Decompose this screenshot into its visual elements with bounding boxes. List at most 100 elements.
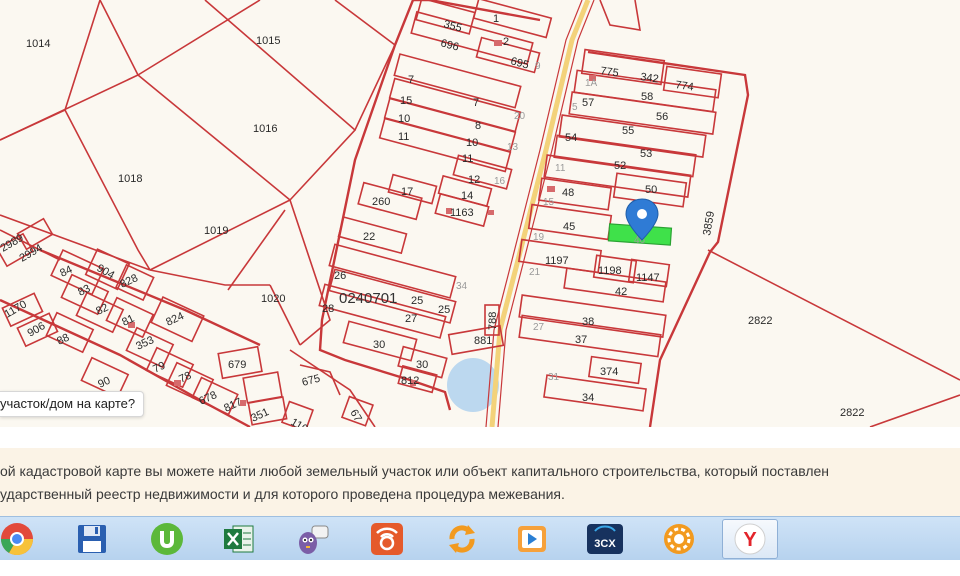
- chat-bubble-icon: [299, 525, 329, 554]
- svg-text:26: 26: [334, 270, 346, 282]
- svg-text:342: 342: [640, 71, 660, 85]
- svg-text:679: 679: [228, 359, 246, 371]
- bottom-strip: [0, 560, 960, 576]
- svg-text:2822: 2822: [840, 407, 864, 419]
- left-plot-boundaries: [0, 0, 397, 346]
- find-plot-prompt[interactable]: участок/дом на карте?: [0, 391, 145, 417]
- taskbar: 3CX Y: [0, 516, 960, 561]
- svg-text:2822: 2822: [748, 315, 772, 327]
- taskbar-app-chrome[interactable]: [0, 520, 44, 558]
- svg-text:67: 67: [347, 408, 364, 425]
- info-line-2: ударственный реестр недвижимости и для к…: [0, 486, 565, 502]
- svg-text:1015: 1015: [256, 35, 280, 47]
- svg-text:38: 38: [582, 316, 594, 328]
- taskbar-app-sync[interactable]: [435, 520, 489, 558]
- svg-text:42: 42: [615, 286, 627, 298]
- svg-text:30: 30: [416, 359, 428, 371]
- svg-text:881: 881: [474, 335, 492, 347]
- svg-text:53: 53: [640, 148, 652, 160]
- taskbar-app-network[interactable]: [360, 520, 414, 558]
- taskbar-app-chat[interactable]: [285, 520, 339, 558]
- map-canvas[interactable]: 1014 1015 1016 1018 1019 1020 2822 2822 …: [0, 0, 960, 427]
- svg-text:25: 25: [411, 295, 423, 307]
- svg-text:83: 83: [76, 283, 92, 299]
- svg-text:12: 12: [468, 174, 480, 186]
- svg-text:7: 7: [473, 97, 479, 109]
- taskbar-app-3cx[interactable]: 3CX: [578, 520, 632, 558]
- svg-text:20: 20: [514, 111, 526, 122]
- svg-text:788: 788: [487, 312, 499, 330]
- settings-gear-icon: [664, 524, 694, 554]
- svg-text:1019: 1019: [204, 225, 228, 237]
- svg-text:15: 15: [400, 95, 412, 107]
- taskbar-app-utorrent[interactable]: [140, 520, 194, 558]
- map-labels: 1014 1015 1016 1018 1019 1020 2822 2822 …: [0, 13, 864, 427]
- cadastral-map[interactable]: 1014 1015 1016 1018 1019 1020 2822 2822 …: [0, 0, 960, 427]
- svg-text:8: 8: [475, 120, 481, 132]
- svg-text:1014: 1014: [26, 38, 50, 50]
- media-player-icon: [518, 526, 546, 552]
- svg-text:11: 11: [462, 153, 473, 165]
- svg-text:21: 21: [529, 267, 541, 278]
- svg-text:3CX: 3CX: [594, 538, 616, 550]
- info-line-1: ой кадастровой карте вы можете найти люб…: [0, 463, 830, 479]
- svg-text:30: 30: [373, 339, 385, 351]
- info-panel: ой кадастровой карте вы можете найти люб…: [0, 448, 960, 516]
- svg-text:19: 19: [533, 232, 545, 243]
- svg-text:1020: 1020: [261, 293, 285, 305]
- svg-text:1016: 1016: [253, 123, 277, 135]
- taskbar-app-media[interactable]: [505, 520, 559, 558]
- svg-text:260: 260: [372, 196, 390, 208]
- svg-text:10: 10: [466, 137, 478, 149]
- 3cx-icon: 3CX: [587, 524, 623, 554]
- svg-text:817: 817: [222, 396, 244, 415]
- svg-text:774: 774: [675, 79, 695, 93]
- svg-text:1A: 1A: [585, 78, 598, 89]
- svg-text:15: 15: [543, 197, 555, 208]
- svg-text:812: 812: [401, 375, 419, 387]
- svg-text:1198: 1198: [598, 265, 622, 277]
- svg-text:13: 13: [507, 142, 519, 153]
- sync-icon: [449, 525, 475, 553]
- svg-text:1: 1: [493, 13, 499, 25]
- taskbar-app-excel[interactable]: [212, 520, 266, 558]
- svg-text:824: 824: [164, 310, 186, 329]
- svg-text:678: 678: [197, 389, 219, 408]
- svg-text:56: 56: [656, 111, 668, 123]
- svg-text:31: 31: [548, 372, 560, 383]
- svg-text:9: 9: [535, 61, 541, 72]
- svg-text:27: 27: [533, 322, 545, 333]
- svg-text:57: 57: [582, 97, 594, 109]
- right-block: [517, 0, 960, 427]
- svg-text:11: 11: [555, 163, 566, 174]
- svg-text:2: 2: [503, 36, 509, 48]
- taskbar-app-settings[interactable]: [652, 520, 706, 558]
- chrome-icon: [0, 523, 34, 556]
- svg-text:10: 10: [398, 113, 410, 125]
- svg-text:52: 52: [614, 160, 626, 172]
- svg-text:14: 14: [461, 190, 473, 202]
- svg-text:5: 5: [572, 102, 578, 113]
- svg-text:695: 695: [509, 55, 530, 71]
- svg-text:50: 50: [645, 184, 657, 196]
- svg-text:696: 696: [439, 37, 460, 53]
- svg-text:7: 7: [408, 74, 414, 86]
- taskbar-app-save[interactable]: [65, 520, 119, 558]
- svg-text:904: 904: [95, 262, 117, 282]
- svg-text:54: 54: [565, 132, 577, 144]
- svg-text:675: 675: [301, 373, 322, 389]
- svg-text:55: 55: [622, 125, 634, 137]
- utorrent-icon: [151, 523, 183, 555]
- svg-text:48: 48: [562, 187, 574, 199]
- svg-text:2994: 2994: [18, 242, 45, 265]
- svg-text:1163: 1163: [450, 207, 474, 219]
- svg-text:775: 775: [600, 65, 620, 79]
- excel-icon: [224, 525, 254, 553]
- svg-text:84: 84: [58, 264, 74, 280]
- svg-text:34: 34: [456, 281, 468, 292]
- svg-text:374: 374: [600, 366, 618, 378]
- svg-text:45: 45: [563, 221, 575, 233]
- svg-text:34: 34: [582, 392, 594, 404]
- svg-text:11: 11: [398, 131, 409, 143]
- taskbar-app-yandex[interactable]: Y: [722, 519, 778, 559]
